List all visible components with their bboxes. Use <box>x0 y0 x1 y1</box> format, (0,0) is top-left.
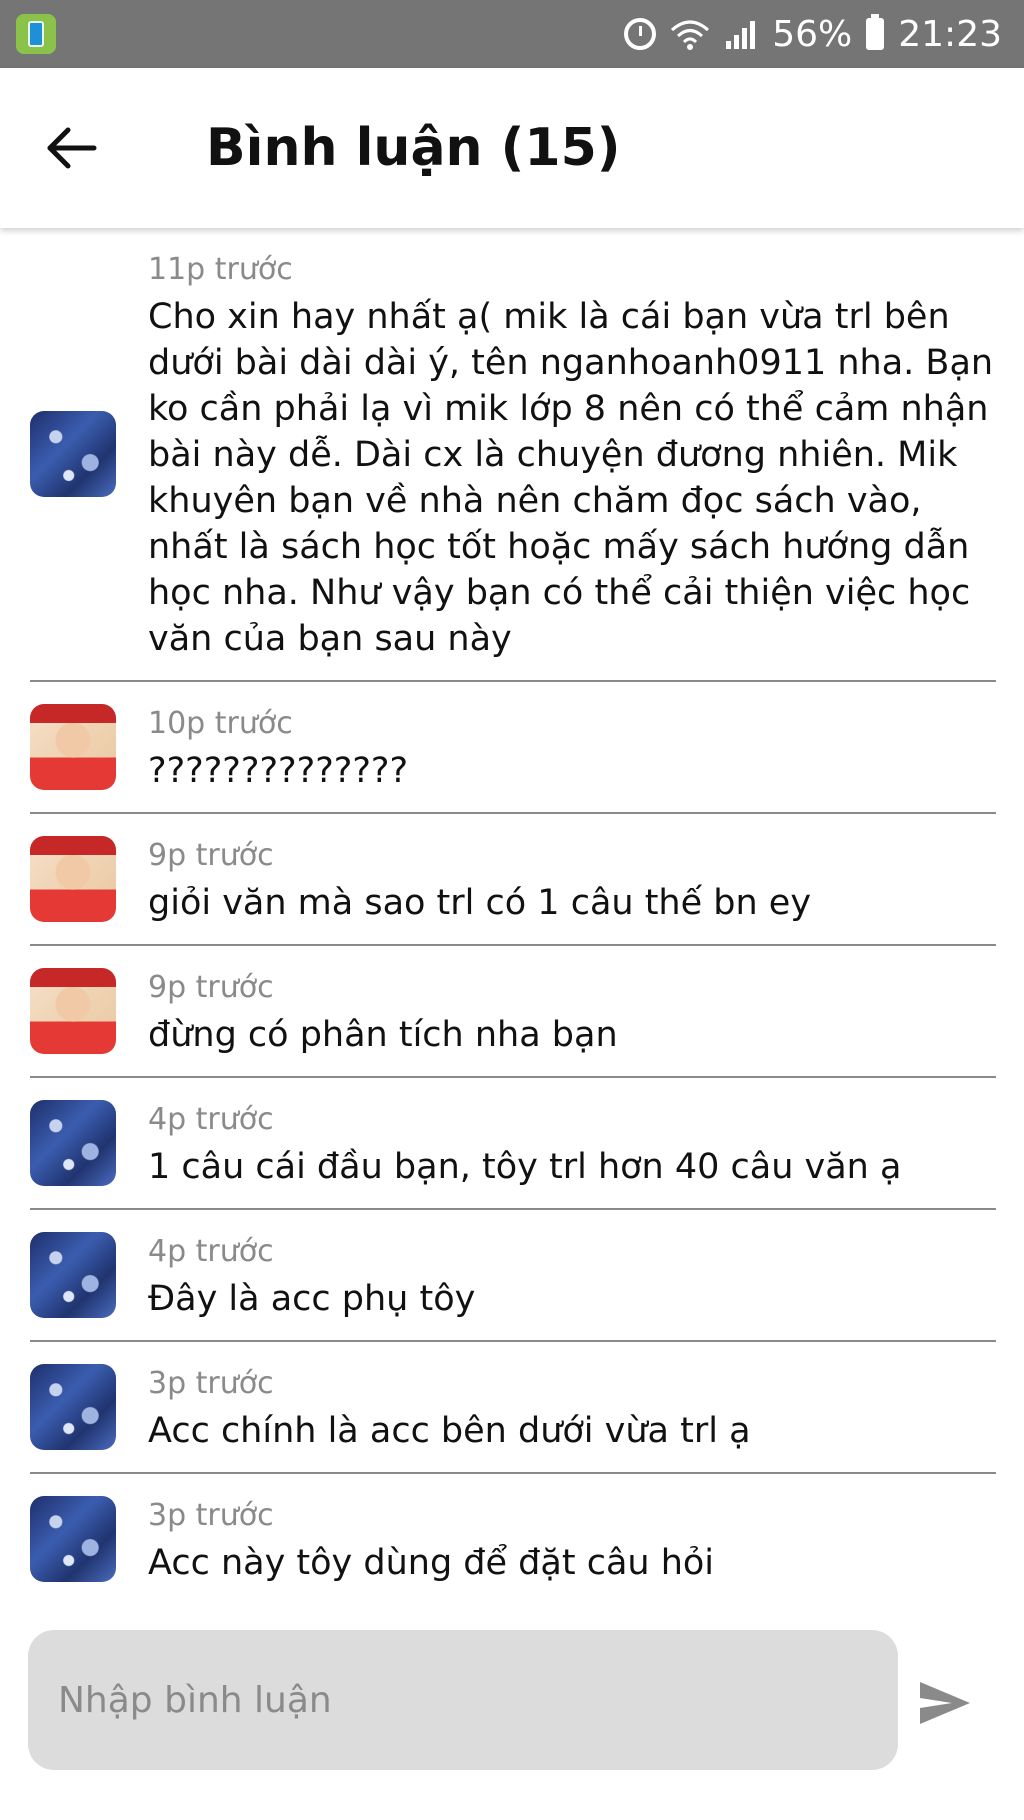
avatar[interactable] <box>30 1232 116 1318</box>
comment-item: 3p trước Acc này tôy dùng để đặt câu hỏi <box>30 1474 996 1598</box>
avatar[interactable] <box>30 1496 116 1582</box>
comment-content: 3p trước Acc này tôy dùng để đặt câu hỏi <box>148 1496 996 1586</box>
comment-time: 3p trước <box>148 1498 274 1533</box>
comment-item: 11p trước Cho xin hay nhất ạ( mik là cái… <box>30 228 996 682</box>
alarm-icon <box>624 18 657 50</box>
comment-time: 11p trước <box>148 252 293 287</box>
send-button[interactable] <box>910 1668 980 1738</box>
comment-item: 9p trước đừng có phân tích nha bạn <box>30 946 996 1078</box>
comment-time: 4p trước <box>148 1102 274 1137</box>
comment-text: Đây là acc phụ tôy <box>148 1279 476 1319</box>
comment-time: 3p trước <box>148 1366 274 1401</box>
page-title: Bình luận (15) <box>206 118 621 178</box>
comment-text: đừng có phân tích nha bạn <box>148 1015 618 1055</box>
comment-text: 1 câu cái đầu bạn, tôy trl hơn 40 câu vă… <box>148 1147 902 1187</box>
comment-item: 10p trước ?????????????? <box>30 682 996 814</box>
avatar[interactable] <box>30 411 116 497</box>
wifi-icon <box>671 20 710 50</box>
comment-text: giỏi văn mà sao trl có 1 câu thế bn ey <box>148 883 812 923</box>
back-button[interactable] <box>36 112 108 184</box>
status-bar: 56% 21:23 <box>0 0 1024 68</box>
app-icon <box>16 14 56 54</box>
avatar[interactable] <box>30 968 116 1054</box>
comment-content: 11p trước Cho xin hay nhất ạ( mik là cái… <box>148 250 996 662</box>
comment-input[interactable] <box>56 1678 870 1722</box>
comment-time: 4p trước <box>148 1234 274 1269</box>
avatar[interactable] <box>30 1100 116 1186</box>
app-bar: Bình luận (15) <box>0 68 1024 228</box>
send-icon <box>920 1682 970 1724</box>
comment-item: 4p trước Đây là acc phụ tôy <box>30 1210 996 1342</box>
comment-content: 9p trước đừng có phân tích nha bạn <box>148 968 996 1058</box>
comment-item: 3p trước Acc chính là acc bên dưới vừa t… <box>30 1342 996 1474</box>
comment-content: 9p trước giỏi văn mà sao trl có 1 câu th… <box>148 836 996 926</box>
comment-composer <box>0 1598 1024 1820</box>
status-icons: 56% 21:23 <box>624 0 1002 68</box>
comment-content: 10p trước ?????????????? <box>148 704 996 794</box>
comment-time: 10p trước <box>148 706 293 741</box>
comment-item: 4p trước 1 câu cái đầu bạn, tôy trl hơn … <box>30 1078 996 1210</box>
comment-text: Acc này tôy dùng để đặt câu hỏi <box>148 1543 715 1583</box>
comment-content: 4p trước Đây là acc phụ tôy <box>148 1232 996 1322</box>
battery-icon <box>866 14 885 50</box>
avatar[interactable] <box>30 1364 116 1450</box>
clock: 21:23 <box>898 13 1002 55</box>
comment-content: 4p trước 1 câu cái đầu bạn, tôy trl hơn … <box>148 1100 996 1190</box>
comment-time: 9p trước <box>148 838 274 873</box>
comment-item: 9p trước giỏi văn mà sao trl có 1 câu th… <box>30 814 996 946</box>
comment-text: Cho xin hay nhất ạ( mik là cái bạn vừa t… <box>148 297 994 659</box>
avatar[interactable] <box>30 836 116 922</box>
signal-icon <box>724 19 758 49</box>
comment-input-wrapper[interactable] <box>28 1630 898 1770</box>
avatar[interactable] <box>30 704 116 790</box>
comment-content: 3p trước Acc chính là acc bên dưới vừa t… <box>148 1364 996 1454</box>
comment-time: 9p trước <box>148 970 274 1005</box>
comment-text: Acc chính là acc bên dưới vừa trl ạ <box>148 1411 751 1451</box>
comment-list[interactable]: 11p trước Cho xin hay nhất ạ( mik là cái… <box>0 228 1024 1598</box>
arrow-left-icon <box>47 127 97 169</box>
battery-percent: 56% <box>772 13 853 55</box>
comment-text: ?????????????? <box>148 751 409 791</box>
